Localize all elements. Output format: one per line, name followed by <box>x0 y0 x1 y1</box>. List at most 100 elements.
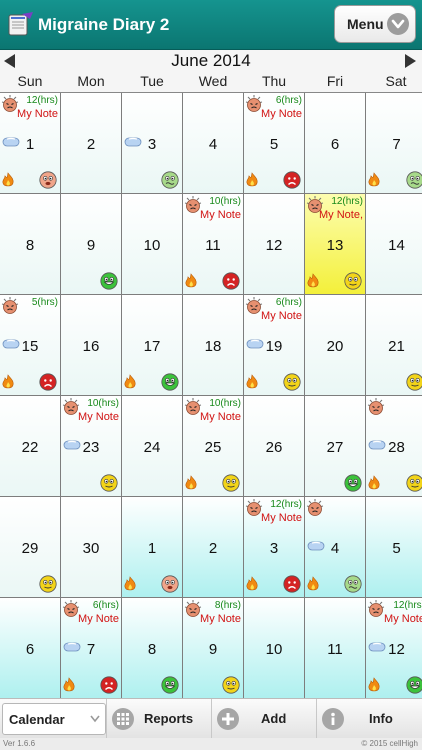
calendar-day-cell[interactable]: 8 <box>0 194 60 294</box>
day-number: 17 <box>143 338 161 355</box>
angry-face-icon <box>39 373 57 391</box>
day-number: 11 <box>205 237 221 254</box>
pill-icon <box>368 440 386 450</box>
calendar-day-cell[interactable]: 23 10(hrs) My Note <box>61 396 121 496</box>
calendar-day-cell[interactable]: 5 6(hrs) My Note <box>244 93 304 193</box>
calendar-day-cell[interactable]: 9 <box>61 194 121 294</box>
calendar-day-cell-selected[interactable]: 13 12(hrs) My Note, <box>305 194 365 294</box>
calendar-day-cell[interactable]: 9 8(hrs) My Note <box>183 598 243 698</box>
day-number: 21 <box>388 338 405 355</box>
day-note: My Note <box>261 108 302 120</box>
headache-duration: 12(hrs) <box>270 499 302 510</box>
day-note: My Note <box>200 613 241 625</box>
calendar-day-cell[interactable]: 4 <box>305 497 365 597</box>
calendar-day-cell[interactable]: 12 <box>244 194 304 294</box>
info-button[interactable]: Info <box>317 699 422 739</box>
neutral-face-icon <box>222 474 240 492</box>
calendar-day-cell[interactable]: 21 <box>366 295 422 395</box>
menu-button[interactable]: Menu <box>334 5 416 43</box>
calendar-day-cell[interactable]: 18 <box>183 295 243 395</box>
flame-icon <box>63 677 75 692</box>
day-number: 16 <box>82 338 100 355</box>
flame-icon <box>246 576 258 591</box>
calendar-day-cell[interactable]: 17 <box>122 295 182 395</box>
calendar-day-cell[interactable]: 20 <box>305 295 365 395</box>
calendar-day-cell[interactable]: 6 <box>0 598 60 698</box>
calendar-day-cell[interactable]: 10 <box>122 194 182 294</box>
day-number: 8 <box>25 237 35 254</box>
calendar-day-cell[interactable]: 29 <box>0 497 60 597</box>
calendar-day-cell[interactable]: 6 <box>305 93 365 193</box>
calendar-day-cell[interactable]: 11 <box>305 598 365 698</box>
flame-icon <box>185 475 197 490</box>
weekday-mon: Mon <box>77 73 105 89</box>
headache-duration: 8(hrs) <box>214 600 241 611</box>
next-month-arrow-icon[interactable] <box>405 54 416 68</box>
calendar-day-cell[interactable]: 27 <box>305 396 365 496</box>
neutral-face-icon <box>406 474 422 492</box>
plus-icon <box>217 708 239 730</box>
day-number: 5 <box>392 540 401 557</box>
happy-face-icon <box>344 474 362 492</box>
calendar-day-cell[interactable]: 5 <box>366 497 422 597</box>
calendar-day-cell[interactable]: 2 <box>61 93 121 193</box>
calendar-day-cell[interactable]: 24 <box>122 396 182 496</box>
calendar-day-cell[interactable]: 19 6(hrs) My Note <box>244 295 304 395</box>
reports-button[interactable]: Reports <box>107 699 211 739</box>
flame-icon <box>368 677 380 692</box>
footer: Ver 1.6.6 © 2015 cellHigh <box>0 738 422 750</box>
headache-duration: 10(hrs) <box>209 196 241 207</box>
headache-face-icon <box>367 600 385 617</box>
calendar-day-cell[interactable]: 7 6(hrs) My Note <box>61 598 121 698</box>
day-number: 10 <box>143 237 161 254</box>
weekday-tue: Tue <box>140 73 164 89</box>
calendar-day-cell[interactable]: 25 10(hrs) My Note <box>183 396 243 496</box>
happy-face-icon <box>161 676 179 694</box>
day-note: My Note <box>384 613 422 625</box>
calendar-day-cell[interactable]: 28 <box>366 396 422 496</box>
calendar-day-cell[interactable]: 15 5(hrs) <box>0 295 60 395</box>
calendar-day-cell[interactable]: 4 <box>183 93 243 193</box>
calendar-day-cell[interactable]: 2 <box>183 497 243 597</box>
calendar-day-cell[interactable]: 22 <box>0 396 60 496</box>
day-number: 6 <box>25 641 35 658</box>
add-button[interactable]: Add <box>212 699 316 739</box>
day-number: 5 <box>269 136 279 153</box>
angry-face-icon <box>222 272 240 290</box>
calendar-day-cell[interactable]: 26 <box>244 396 304 496</box>
calendar-day-cell[interactable]: 7 <box>366 93 422 193</box>
neutral-face-icon <box>222 676 240 694</box>
calendar-view-select[interactable]: Calendar <box>2 703 106 735</box>
calendar-day-cell[interactable]: 1 <box>122 497 182 597</box>
day-number: 3 <box>269 540 279 557</box>
calendar-grid: 1 12(hrs) My Note 2 3 4 5 6(hrs) My Note 6 7 8 9 10 11… <box>0 93 422 698</box>
day-number: 29 <box>21 540 39 557</box>
angry-face-icon <box>283 171 301 189</box>
calendar-day-cell[interactable]: 30 <box>61 497 121 597</box>
calendar-day-cell[interactable]: 3 <box>122 93 182 193</box>
day-number: 7 <box>392 136 401 153</box>
calendar-day-cell[interactable]: 1 12(hrs) My Note <box>0 93 60 193</box>
calendar-day-cell[interactable]: 12 12(hrs) My Note <box>366 598 422 698</box>
headache-duration: 6(hrs) <box>275 297 302 308</box>
flame-icon <box>2 374 14 389</box>
weekday-sun: Sun <box>17 73 43 89</box>
headache-duration: 6(hrs) <box>275 95 302 106</box>
pained-face-icon <box>39 171 57 189</box>
day-number: 9 <box>86 237 96 254</box>
calendar-day-cell[interactable]: 14 <box>366 194 422 294</box>
calendar-day-cell[interactable]: 11 10(hrs) My Note <box>183 194 243 294</box>
day-note: My Note <box>78 613 119 625</box>
pill-icon <box>246 339 264 349</box>
day-number: 2 <box>208 540 218 557</box>
flame-icon <box>368 172 380 187</box>
day-note: My Note <box>78 411 119 423</box>
pill-icon <box>2 137 20 147</box>
happy-face-icon <box>100 272 118 290</box>
day-number: 27 <box>326 439 344 456</box>
weekday-sat: Sat <box>385 73 407 89</box>
calendar-day-cell[interactable]: 16 <box>61 295 121 395</box>
calendar-day-cell[interactable]: 10 <box>244 598 304 698</box>
calendar-day-cell[interactable]: 8 <box>122 598 182 698</box>
calendar-day-cell[interactable]: 3 12(hrs) My Note <box>244 497 304 597</box>
